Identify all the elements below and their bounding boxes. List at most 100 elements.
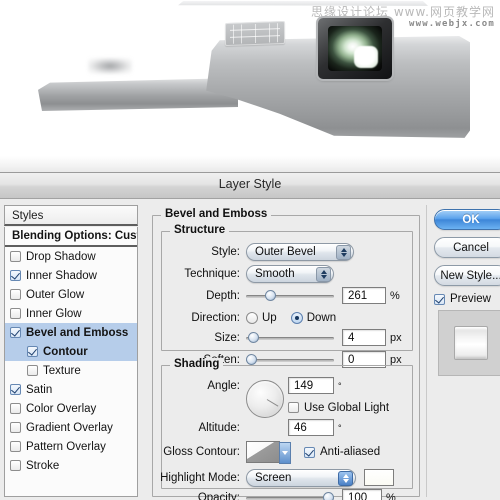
size-slider-thumb[interactable]	[247, 331, 259, 343]
style-item-outer-glow[interactable]: Outer Glow	[5, 285, 137, 304]
style-item-checkbox[interactable]	[10, 289, 21, 300]
size-label: Size:	[214, 331, 240, 344]
use-global-light-checkbox[interactable]	[288, 402, 299, 413]
panel-divider	[426, 205, 427, 497]
highlight-mode-row: Highlight Mode: Screen	[134, 468, 414, 487]
use-global-light-row[interactable]: Use Global Light	[288, 398, 418, 417]
dialog-buttons-column: OK Cancel New Style... Preview	[434, 209, 500, 376]
styles-list[interactable]: Blending Options: Custom Drop Shadow Inne…	[4, 227, 138, 497]
structure-fieldset: Structure Style: Outer Bevel Technique: …	[161, 224, 413, 368]
gloss-contour-swatch[interactable]	[246, 441, 291, 464]
size-slider[interactable]	[246, 331, 334, 345]
gloss-contour-row: Gloss Contour: Anti-aliased	[162, 440, 412, 464]
preview-thumbnail-box	[438, 310, 500, 376]
opacity-value: 100	[348, 491, 368, 500]
chevron-updown-icon[interactable]	[336, 244, 351, 260]
opacity-slider[interactable]	[246, 491, 334, 500]
style-item-checkbox[interactable]	[27, 365, 38, 376]
style-effect-items: Drop Shadow Inner Shadow Outer Glow Inner G…	[5, 247, 137, 475]
depth-input[interactable]: 261	[342, 287, 386, 304]
style-item-checkbox[interactable]	[10, 327, 21, 338]
photo-bottom-band	[0, 156, 500, 172]
style-item-label: Color Overlay	[26, 402, 97, 415]
size-row: Size: 4 px	[162, 328, 412, 347]
style-item-checkbox[interactable]	[10, 251, 21, 262]
ok-button[interactable]: OK	[434, 209, 500, 230]
device-grille	[225, 20, 285, 47]
chevron-down-icon[interactable]	[279, 442, 291, 464]
anti-aliased-checkbox[interactable]	[304, 446, 315, 458]
direction-down-radio[interactable]	[290, 311, 303, 324]
angle-unit: °	[338, 380, 342, 391]
preview-row[interactable]: Preview	[434, 293, 500, 305]
highlight-color-swatch[interactable]	[364, 469, 394, 486]
style-item-label: Drop Shadow	[26, 250, 96, 263]
metallic-device-image	[38, 36, 470, 141]
cancel-button[interactable]: Cancel	[434, 237, 500, 258]
style-item-label: Texture	[43, 364, 81, 377]
style-item-label: Pattern Overlay	[26, 440, 106, 453]
style-item-checkbox[interactable]	[10, 270, 21, 281]
style-item-checkbox[interactable]	[10, 384, 21, 395]
gloss-contour-label: Gloss Contour:	[163, 446, 240, 458]
new-style-button[interactable]: New Style...	[434, 265, 500, 286]
altitude-unit: °	[338, 422, 342, 433]
style-item-stroke[interactable]: Stroke	[5, 456, 137, 475]
altitude-row: Altitude: 46 °	[162, 418, 412, 437]
style-item-inner-glow[interactable]: Inner Glow	[5, 304, 137, 323]
opacity-slider-thumb[interactable]	[323, 491, 334, 500]
style-item-checkbox[interactable]	[10, 460, 21, 471]
depth-slider-track	[246, 294, 334, 298]
style-item-satin[interactable]: Satin	[5, 380, 137, 399]
chevron-updown-icon[interactable]	[316, 266, 331, 282]
technique-select-value: Smooth	[255, 267, 295, 280]
technique-row: Technique: Smooth	[162, 264, 412, 283]
opacity-input[interactable]: 100	[342, 489, 382, 500]
use-global-light-label: Use Global Light	[304, 401, 390, 414]
preview-checkbox[interactable]	[434, 293, 445, 305]
depth-slider-thumb[interactable]	[265, 289, 277, 301]
altitude-input[interactable]: 46	[288, 419, 334, 436]
direction-up-label: Up	[262, 311, 277, 324]
angle-input[interactable]: 149	[288, 377, 334, 394]
style-item-label: Satin	[26, 383, 53, 396]
depth-value: 261	[348, 289, 368, 302]
style-item-pattern-overlay[interactable]: Pattern Overlay	[5, 437, 137, 456]
watermark-line-2: www.webjx.com	[408, 18, 495, 29]
depth-slider[interactable]	[246, 289, 334, 303]
style-item-gradient-overlay[interactable]: Gradient Overlay	[5, 418, 137, 437]
anti-aliased-label: Anti-aliased	[320, 446, 381, 458]
style-select[interactable]: Outer Bevel	[246, 242, 354, 261]
dialog-titlebar[interactable]: Layer Style	[0, 173, 500, 199]
styles-header: Styles	[4, 205, 138, 226]
direction-down-label: Down	[306, 311, 337, 324]
watermark: 思缘设计论坛 www.网页教学网 www.webjx.com	[311, 6, 495, 29]
opacity-slider-track	[246, 496, 334, 500]
soften-slider-thumb[interactable]	[246, 353, 257, 365]
angle-value: 149	[294, 379, 314, 392]
highlight-mode-select[interactable]: Screen	[246, 468, 356, 487]
style-item-color-overlay[interactable]: Color Overlay	[5, 399, 137, 418]
style-item-inner-shadow[interactable]: Inner Shadow	[5, 266, 137, 285]
technique-select[interactable]: Smooth	[246, 264, 334, 283]
blending-options-row[interactable]: Blending Options: Custom	[5, 227, 137, 247]
style-item-label: Inner Shadow	[26, 269, 97, 282]
style-item-checkbox[interactable]	[27, 346, 38, 357]
preview-thumbnail	[454, 326, 488, 360]
style-item-texture[interactable]: Texture	[5, 361, 137, 380]
style-item-checkbox[interactable]	[10, 441, 21, 452]
style-item-bevel-and-emboss[interactable]: Bevel and Emboss	[5, 323, 137, 342]
style-item-checkbox[interactable]	[10, 403, 21, 414]
photo-area: 思缘设计论坛 www.网页教学网 www.webjx.com	[0, 0, 500, 172]
style-item-contour[interactable]: Contour	[5, 342, 137, 361]
style-item-checkbox[interactable]	[10, 422, 21, 433]
opacity-unit: %	[386, 491, 396, 500]
depth-label: Depth:	[206, 289, 240, 302]
size-input[interactable]: 4	[342, 329, 386, 346]
style-item-drop-shadow[interactable]: Drop Shadow	[5, 247, 137, 266]
direction-up-radio[interactable]	[246, 311, 258, 324]
structure-legend: Structure	[170, 224, 230, 236]
device-lens	[328, 26, 382, 71]
style-item-checkbox[interactable]	[10, 308, 21, 319]
chevron-updown-icon[interactable]	[338, 470, 353, 486]
